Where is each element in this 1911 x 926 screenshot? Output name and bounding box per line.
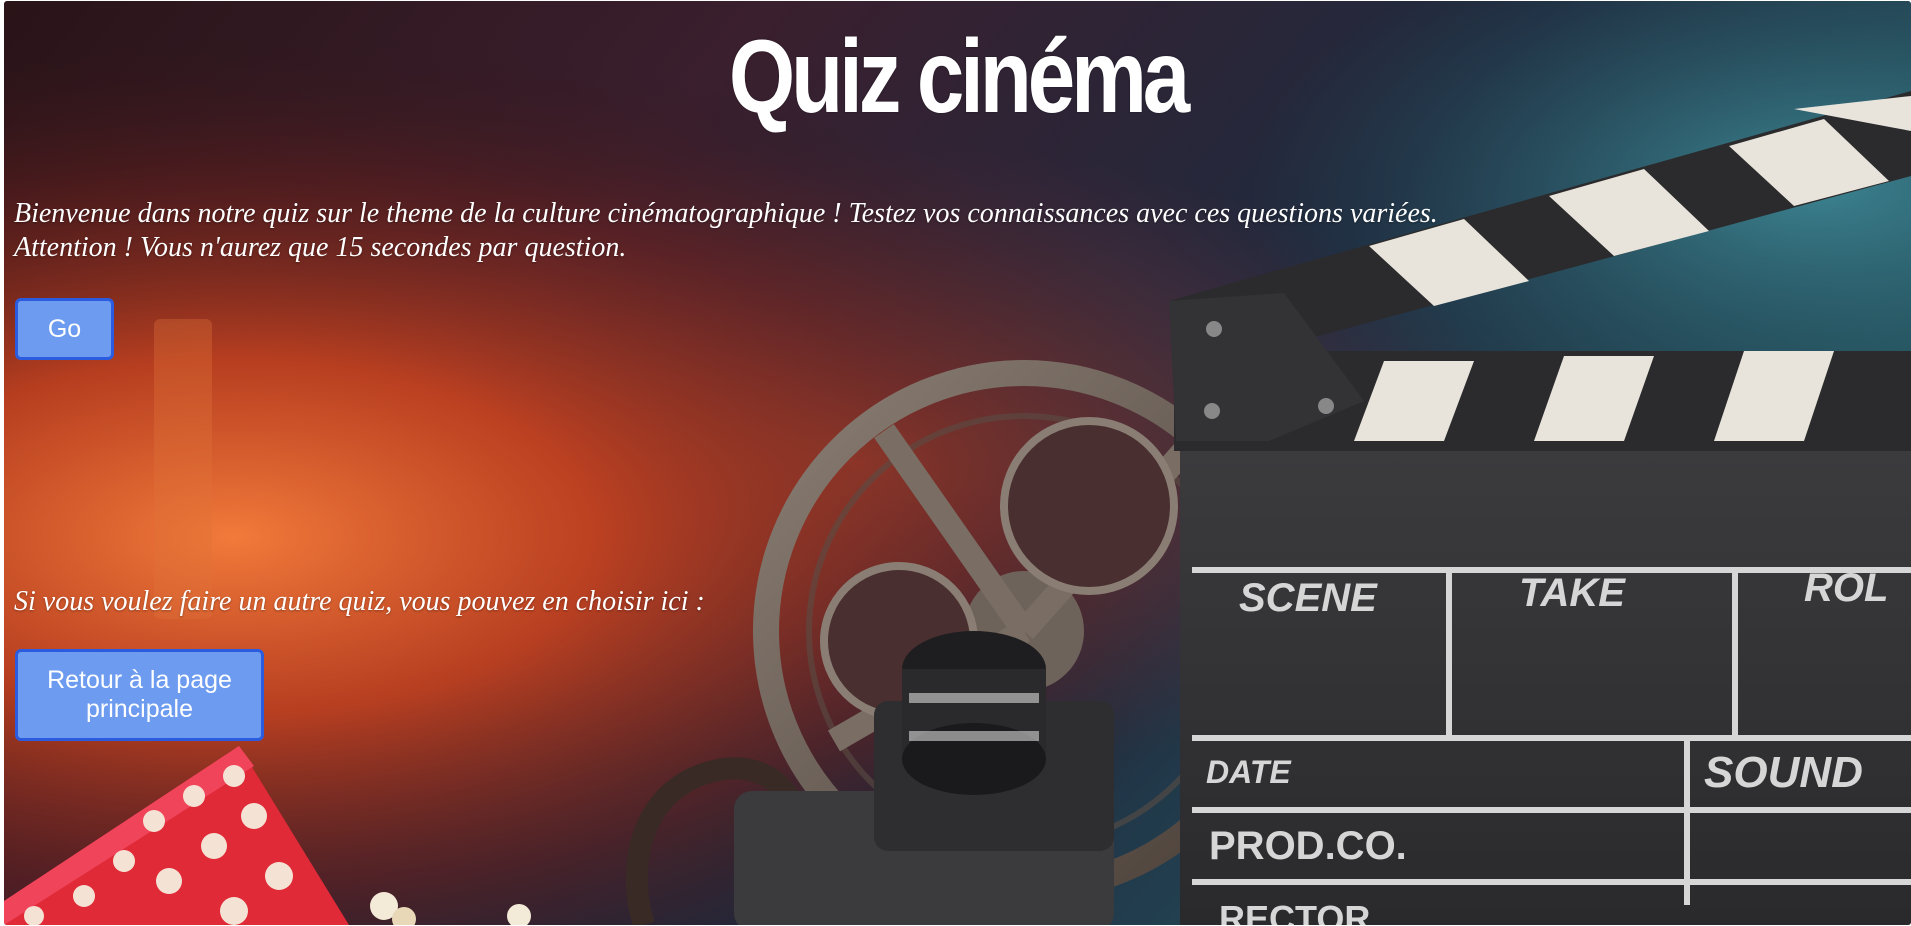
slate-label-date: DATE [1206,754,1292,790]
intro-text: Bienvenue dans notre quiz sur le theme d… [14,197,1438,265]
other-quiz-text: Si vous voulez faire un autre quiz, vous… [14,586,705,617]
slate-label-roll: ROL [1804,566,1888,610]
back-to-main-page-button[interactable]: Retour à la page principale [15,649,264,741]
quiz-page: SCENE TAKE ROL DATE SOUND PROD.CO. RECTO… [4,1,1911,925]
slate-label-take: TAKE [1519,571,1626,615]
intro-line-warning: Attention ! Vous n'aurez que 15 secondes… [14,232,627,263]
slate-label-prod: PROD.CO. [1209,824,1407,868]
slate-label-director: RECTOR [1219,898,1370,925]
slate-label-sound: SOUND [1704,748,1863,797]
slate-label-scene: SCENE [1239,576,1378,620]
go-button[interactable]: Go [15,298,114,360]
intro-line-welcome: Bienvenue dans notre quiz sur le theme d… [14,198,1438,229]
page-title: Quiz cinéma [728,19,1190,135]
cinema-background-image: SCENE TAKE ROL DATE SOUND PROD.CO. RECTO… [4,1,1911,925]
